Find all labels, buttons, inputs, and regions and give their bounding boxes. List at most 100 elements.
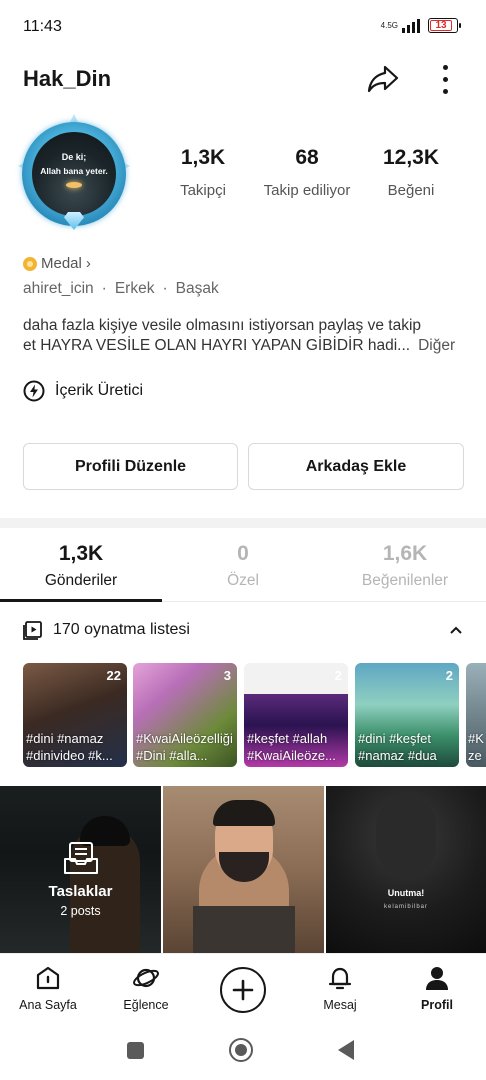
tab-count: 1,6K <box>382 542 428 565</box>
avatar-gem-icon <box>64 212 84 230</box>
medal-icon <box>23 256 37 271</box>
playlist-card[interactable]: 22 #dini #namaz #dinivideo #k... <box>23 663 127 767</box>
drafts-overlay: Taslaklar 2 posts <box>0 786 161 954</box>
playlist-video-count: 3 <box>223 668 231 683</box>
profile-info: ahiret_icin · Erkek · Başak <box>23 280 219 298</box>
medal-label: Medal <box>41 255 82 272</box>
profile-icon <box>426 967 448 990</box>
nav-home[interactable]: Ana Sayfa <box>8 964 88 1012</box>
drafts-count: 2 posts <box>60 903 101 918</box>
avatar[interactable]: De ki; Allah bana yeter. <box>20 114 128 232</box>
status-time: 11:43 <box>23 18 62 35</box>
nav-profile[interactable]: Profil <box>397 964 477 1012</box>
playlist-card[interactable]: 3 #KwaiAileözelliği #Dini #alla... <box>133 663 237 767</box>
tab-posts[interactable]: 1,3K Gönderiler <box>0 542 162 590</box>
battery-icon: 13 <box>428 18 461 33</box>
stat-followers[interactable]: 1,3K Takipçi <box>148 146 258 199</box>
tab-liked[interactable]: 1,6K Beğenilenler <box>324 542 486 590</box>
drafts-title: Taslaklar <box>48 882 113 900</box>
tab-active-indicator <box>0 599 162 602</box>
system-nav <box>0 1020 486 1080</box>
playlist-caption: #dini #namaz #dinivideo #k... <box>26 731 113 763</box>
tab-count: 0 <box>237 542 249 565</box>
status-bar: 11:43 4.5G 13 <box>0 0 486 56</box>
playlist-video-count: 2 <box>445 668 453 683</box>
playlist-video-count: 2 <box>334 668 342 683</box>
home-icon <box>36 966 60 990</box>
playlist-caption: #K ze <box>468 731 484 763</box>
stat-label: Takip ediliyor <box>263 182 351 199</box>
bottom-nav: Ana Sayfa Eğlence Mesaj Profil <box>0 953 486 1020</box>
info-separator: · <box>162 280 168 297</box>
playlist-card[interactable]: 2 #dini #keşfet #namaz #dua <box>355 663 459 767</box>
playlist-video-count: 22 <box>106 668 121 683</box>
tab-private[interactable]: 0 Özel <box>162 542 324 590</box>
status-icons: 4.5G 13 <box>380 18 461 33</box>
drafts-tile[interactable]: Taslaklar 2 posts <box>0 786 161 954</box>
post-tile[interactable]: Unutma! kelamibilbar <box>326 786 486 954</box>
drafts-icon <box>63 841 98 874</box>
nav-entertainment[interactable]: Eğlence <box>106 964 186 1012</box>
post-tile[interactable] <box>163 786 324 954</box>
home-circle-icon[interactable] <box>229 1038 253 1062</box>
nav-messages[interactable]: Mesaj <box>300 964 380 1012</box>
stat-likes[interactable]: 12,3K Beğeni <box>356 146 466 199</box>
more-icon[interactable] <box>432 62 458 96</box>
avatar-text-1: De ki; <box>61 152 87 162</box>
playlist-caption: #dini #keşfet #namaz #dua <box>358 731 437 763</box>
info-gender: Erkek <box>114 280 155 297</box>
share-icon[interactable] <box>366 62 400 96</box>
chevron-right-icon: › <box>85 255 91 272</box>
creator-badge[interactable]: İçerik Üretici <box>23 380 143 402</box>
info-separator: · <box>101 280 107 297</box>
post-title: Unutma! <box>387 888 425 898</box>
info-handle: ahiret_icin <box>23 280 94 297</box>
medal-link[interactable]: Medal › <box>23 255 91 272</box>
playlist-caption: #KwaiAileözelliği #Dini #alla... <box>136 731 233 763</box>
add-icon <box>232 979 254 1001</box>
post-subtitle: kelamibilbar <box>383 904 428 910</box>
playlist-card[interactable]: 2 #keşfet #allah #KwaiAileöze... <box>244 663 348 767</box>
avatar-candle <box>66 182 82 188</box>
stat-label: Beğeni <box>387 182 435 199</box>
playlists-count-label: 170 oynatma listesi <box>53 621 190 638</box>
battery-level: 13 <box>430 20 452 31</box>
recents-icon[interactable] <box>127 1042 144 1059</box>
bolt-icon <box>23 380 45 402</box>
add-friend-button[interactable]: Arkadaş Ekle <box>248 443 464 490</box>
tab-count: 1,3K <box>58 542 104 565</box>
bio-line-2: et HAYRA VESİLE OLAN HAYRI YAPAN GİBİDİR… <box>23 337 411 354</box>
bell-icon <box>328 967 352 990</box>
section-divider <box>0 518 486 528</box>
planet-icon <box>133 968 159 988</box>
stat-value: 68 <box>295 146 319 169</box>
tab-label: Beğenilenler <box>361 572 449 589</box>
playlists-header[interactable]: 170 oynatma listesi <box>23 620 190 640</box>
nav-label: Mesaj <box>323 998 357 1012</box>
back-icon[interactable] <box>338 1040 354 1060</box>
playlist-icon <box>23 621 42 640</box>
add-button[interactable] <box>220 967 266 1013</box>
avatar-image: De ki; Allah bana yeter. <box>32 132 116 216</box>
info-zodiac: Başak <box>175 280 219 297</box>
bio: daha fazla kişiye vesile olmasını istiyo… <box>23 316 468 356</box>
playlist-card[interactable]: #K ze <box>466 663 486 767</box>
chevron-up-icon[interactable] <box>448 622 464 638</box>
stat-value: 12,3K <box>382 146 440 169</box>
stat-value: 1,3K <box>180 146 226 169</box>
signal-icon <box>402 18 420 33</box>
tab-label: Özel <box>227 572 259 589</box>
bio-line-1: daha fazla kişiye vesile olmasını istiyo… <box>23 317 422 334</box>
nav-label: Eğlence <box>123 998 169 1012</box>
edit-profile-button[interactable]: Profili Düzenle <box>23 443 238 490</box>
playlist-caption: #keşfet #allah #KwaiAileöze... <box>247 731 336 763</box>
nav-label: Ana Sayfa <box>19 998 77 1012</box>
tab-label: Gönderiler <box>44 572 118 589</box>
profile-header: Hak_Din <box>0 56 486 100</box>
stat-label: Takipçi <box>180 182 226 199</box>
creator-label: İçerik Üretici <box>55 382 144 399</box>
nav-label: Profil <box>421 998 453 1012</box>
stat-following[interactable]: 68 Takip ediliyor <box>252 146 362 199</box>
network-type: 4.5G <box>380 20 398 30</box>
bio-more-link[interactable]: Diğer <box>418 337 455 354</box>
